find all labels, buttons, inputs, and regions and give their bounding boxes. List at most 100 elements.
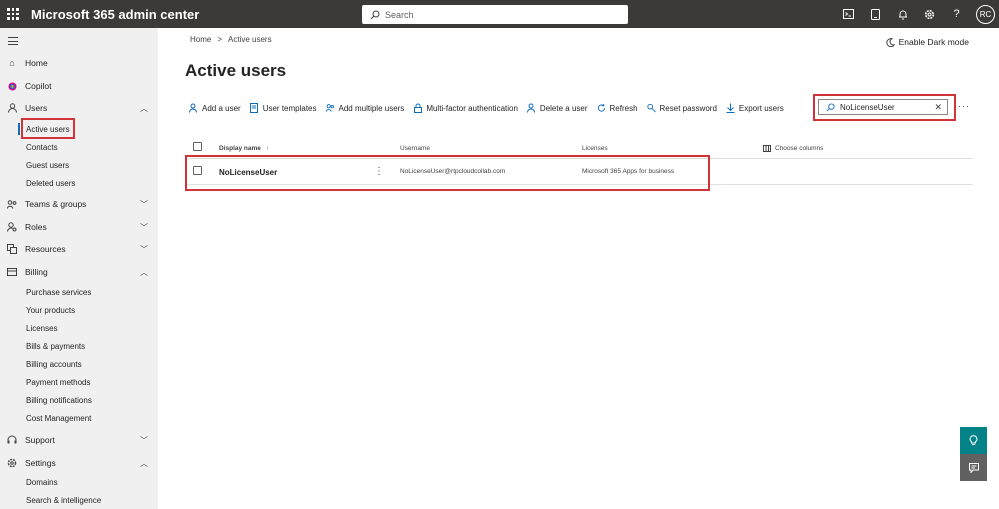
breadcrumb-separator-icon: >: [217, 35, 223, 44]
headset-icon: [7, 435, 17, 445]
help-chat-button[interactable]: [960, 427, 987, 454]
sidebar-item-teams-groups[interactable]: Teams & groups ﹀: [0, 195, 158, 213]
sidebar-item-domains[interactable]: Domains: [26, 474, 58, 490]
gear-icon[interactable]: [916, 0, 943, 28]
add-person-icon: [189, 103, 198, 113]
column-licenses[interactable]: Licenses: [582, 145, 608, 152]
template-icon: [250, 103, 259, 113]
mfa-label: Multi-factor authentication: [426, 103, 518, 113]
sidebar-item-your-products[interactable]: Your products: [26, 302, 75, 318]
user-templates-label: User templates: [262, 103, 317, 113]
sidebar-item-label: Users: [25, 103, 48, 113]
delete-user-button[interactable]: Delete a user: [526, 103, 588, 113]
sort-ascending-icon: ↑: [265, 145, 269, 152]
chevron-up-icon: ︿: [140, 458, 148, 468]
sidebar-item-label: Copilot: [25, 81, 52, 91]
search-icon: [370, 10, 380, 19]
billing-icon: [7, 267, 17, 277]
refresh-button[interactable]: Refresh: [597, 104, 638, 113]
delete-user-label: Delete a user: [539, 103, 588, 113]
sidebar-item-billing[interactable]: Billing ︿: [0, 263, 158, 281]
download-icon: [726, 103, 735, 113]
columns-icon: [763, 145, 771, 152]
feedback-button[interactable]: [960, 454, 987, 481]
mfa-button[interactable]: Multi-factor authentication: [413, 104, 518, 113]
page-title: Active users: [185, 61, 287, 80]
sidebar: ⌂ Home Copilot Users ︿ Active users Cont…: [0, 28, 158, 509]
reset-password-button[interactable]: Reset password: [646, 103, 717, 113]
lock-icon: [413, 103, 422, 113]
column-username[interactable]: Username: [400, 145, 430, 152]
feedback-icon: [968, 462, 979, 473]
bell-icon[interactable]: [889, 0, 916, 28]
app-title[interactable]: Microsoft 365 admin center: [31, 7, 199, 22]
sidebar-item-resources[interactable]: Resources ﹀: [0, 240, 158, 258]
export-users-button[interactable]: Export users: [726, 103, 784, 113]
sidebar-item-label: Roles: [25, 222, 47, 232]
teams-icon: [7, 199, 17, 209]
breadcrumb: Home > Active users: [190, 35, 272, 44]
highlight-search-box: [813, 94, 956, 121]
people-add-icon: [325, 104, 335, 113]
sidebar-item-settings[interactable]: Settings ︿: [0, 454, 158, 472]
user-icon: [7, 103, 17, 113]
select-all-checkbox[interactable]: [193, 142, 202, 151]
hamburger-icon[interactable]: [8, 37, 18, 48]
sidebar-item-contacts[interactable]: Contacts: [26, 139, 58, 155]
sidebar-item-payment-methods[interactable]: Payment methods: [26, 374, 90, 390]
highlight-active-users: [21, 118, 75, 139]
sidebar-item-copilot[interactable]: Copilot: [0, 77, 158, 95]
column-display-name[interactable]: Display name ↑: [219, 145, 269, 152]
sidebar-item-label: Support: [25, 435, 55, 445]
sidebar-item-licenses[interactable]: Licenses: [26, 320, 58, 336]
app-launcher-button[interactable]: [0, 0, 26, 28]
mobile-icon[interactable]: [862, 0, 889, 28]
sidebar-item-billing-accounts[interactable]: Billing accounts: [26, 356, 82, 372]
add-multiple-users-button[interactable]: Add multiple users: [325, 103, 405, 113]
add-user-label: Add a user: [202, 103, 241, 113]
sidebar-item-roles[interactable]: Roles ﹀: [0, 218, 158, 236]
roles-icon: [7, 222, 17, 232]
reset-password-label: Reset password: [659, 103, 717, 113]
sidebar-item-bills-payments[interactable]: Bills & payments: [26, 338, 85, 354]
sidebar-item-users[interactable]: Users ︿: [0, 99, 158, 117]
global-search-input[interactable]: Search: [362, 5, 628, 24]
highlight-user-row: [185, 155, 710, 191]
add-multiple-users-label: Add multiple users: [338, 103, 405, 113]
sidebar-item-search-intelligence[interactable]: Search & intelligence: [26, 492, 101, 508]
choose-columns-button[interactable]: Choose columns: [763, 145, 823, 152]
chevron-down-icon: ﹀: [140, 199, 148, 209]
sidebar-item-billing-notifications[interactable]: Billing notifications: [26, 392, 92, 408]
sidebar-item-label: Teams & groups: [25, 199, 87, 209]
sidebar-item-deleted-users[interactable]: Deleted users: [26, 175, 75, 191]
breadcrumb-current: Active users: [228, 35, 272, 44]
dark-mode-label: Enable Dark mode: [898, 37, 969, 47]
sidebar-item-label: Home: [25, 58, 48, 68]
active-indicator: [18, 123, 20, 135]
chevron-up-icon: ︿: [140, 267, 148, 277]
avatar[interactable]: RC: [976, 4, 995, 24]
home-icon: ⌂: [9, 58, 15, 68]
refresh-label: Refresh: [609, 103, 638, 113]
chevron-down-icon: ﹀: [140, 222, 148, 232]
add-user-button[interactable]: Add a user: [189, 103, 241, 113]
sidebar-item-home[interactable]: ⌂ Home: [0, 54, 158, 72]
sidebar-item-guest-users[interactable]: Guest users: [26, 157, 69, 173]
sidebar-item-support[interactable]: Support ﹀: [0, 431, 158, 449]
chevron-down-icon: ﹀: [140, 435, 148, 445]
choose-columns-label: Choose columns: [775, 145, 824, 152]
more-options-icon[interactable]: ···: [958, 101, 970, 111]
main-content: Home > Active users Enable Dark mode Act…: [158, 28, 999, 509]
top-bar: Microsoft 365 admin center Search ? RC: [0, 0, 999, 28]
dark-mode-toggle[interactable]: Enable Dark mode: [885, 37, 969, 47]
help-icon[interactable]: ?: [943, 0, 970, 28]
sidebar-item-cost-management[interactable]: Cost Management: [26, 410, 91, 426]
refresh-icon: [597, 103, 606, 113]
terminal-icon[interactable]: [835, 0, 862, 28]
chevron-up-icon: ︿: [140, 103, 148, 113]
user-templates-button[interactable]: User templates: [250, 103, 317, 113]
sidebar-item-purchase-services[interactable]: Purchase services: [26, 284, 91, 300]
breadcrumb-home[interactable]: Home: [190, 35, 211, 44]
moon-icon: [885, 37, 895, 47]
column-display-name-label: Display name: [219, 145, 261, 152]
